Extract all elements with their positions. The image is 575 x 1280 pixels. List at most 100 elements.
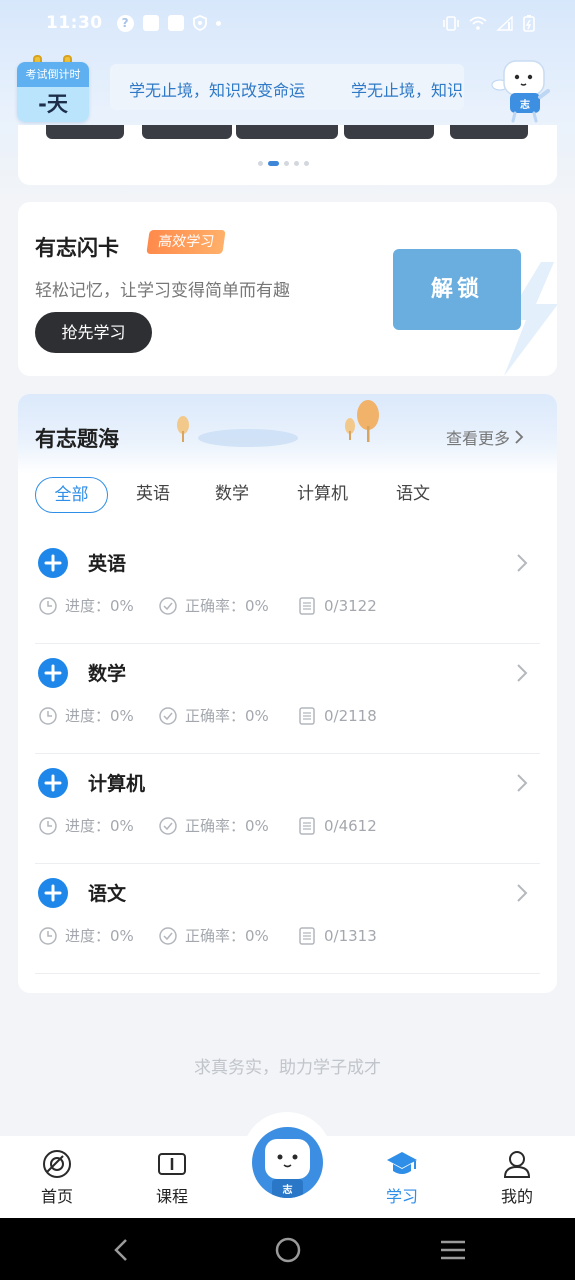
check-circle-icon bbox=[159, 596, 177, 615]
banner-carousel[interactable] bbox=[18, 125, 557, 185]
accuracy-value: 正确率：0% bbox=[185, 927, 269, 945]
banner-thumbnail[interactable] bbox=[450, 125, 528, 139]
view-more-link[interactable]: 查看更多 bbox=[446, 425, 524, 449]
chevron-right-icon bbox=[517, 664, 528, 682]
chevron-right-icon bbox=[517, 774, 528, 792]
dot-icon bbox=[215, 20, 221, 26]
wifi-icon bbox=[469, 16, 487, 30]
subject-name: 数学 bbox=[88, 663, 127, 685]
progress-value: 进度：0% bbox=[65, 927, 134, 945]
check-circle-icon bbox=[159, 706, 177, 725]
graduation-cap-icon bbox=[387, 1152, 417, 1174]
nav-label: 我的 bbox=[500, 1187, 533, 1206]
carousel-dot[interactable] bbox=[258, 161, 263, 166]
plus-circle-icon[interactable] bbox=[38, 768, 68, 798]
flashcard-title: 有志闪卡 bbox=[35, 236, 119, 260]
clock-icon bbox=[39, 706, 57, 725]
subject-item-english[interactable]: 英语 进度：0% 正确率：0% 0/3122 bbox=[35, 534, 540, 644]
help-circle-icon: ? bbox=[116, 14, 134, 32]
banner-thumbnail[interactable] bbox=[236, 125, 338, 139]
count-stat: 0/4612 bbox=[297, 816, 377, 836]
banner-thumbnail[interactable] bbox=[46, 125, 124, 139]
status-bar: 11:30 ? bbox=[0, 0, 575, 46]
exam-countdown[interactable]: 考试倒计时 -天 bbox=[17, 55, 89, 123]
subject-tabs: 全部 英语 数学 计算机 语文 bbox=[35, 477, 430, 513]
question-count: 0/4612 bbox=[324, 816, 377, 835]
clock-icon bbox=[39, 596, 57, 615]
subject-stats: 进度：0% 正确率：0% 0/4612 bbox=[38, 815, 377, 836]
tab-chinese[interactable]: 语文 bbox=[396, 477, 430, 513]
list-icon bbox=[299, 706, 315, 725]
plus-circle-icon[interactable] bbox=[38, 548, 68, 578]
tab-all[interactable]: 全部 bbox=[35, 477, 108, 513]
subject-item-computer[interactable]: 计算机 进度：0% 正确率：0% 0/4612 bbox=[35, 754, 540, 864]
clock-icon bbox=[39, 926, 57, 945]
subject-item-chinese[interactable]: 语文 进度：0% 正确率：0% 0/1313 bbox=[35, 864, 540, 974]
marquee-text: 学无止境，知识改变命运 bbox=[351, 81, 464, 100]
accuracy-stat: 正确率：0% bbox=[158, 595, 297, 616]
nav-home[interactable]: 首页 bbox=[17, 1148, 97, 1207]
vibrate-icon bbox=[443, 15, 459, 31]
subject-name: 计算机 bbox=[88, 773, 146, 795]
message-icon bbox=[142, 15, 159, 31]
accuracy-value: 正确率：0% bbox=[185, 707, 269, 725]
nav-study[interactable]: 学习 bbox=[362, 1148, 442, 1207]
flashcard-description: 轻松记忆，让学习变得简单而有趣 bbox=[35, 281, 290, 301]
view-more-label: 查看更多 bbox=[446, 429, 511, 448]
marquee-text: 学无止境，知识改变命运 bbox=[129, 81, 306, 100]
tab-math[interactable]: 数学 bbox=[215, 477, 249, 513]
svg-text:志: 志 bbox=[283, 1183, 293, 1196]
status-right-icons bbox=[442, 14, 535, 32]
countdown-value: -天 bbox=[17, 87, 89, 122]
progress-value: 进度：0% bbox=[65, 817, 134, 835]
mascot-icon[interactable]: 志 bbox=[488, 55, 558, 123]
home-circle-icon[interactable] bbox=[274, 1236, 302, 1264]
subject-name: 语文 bbox=[88, 883, 127, 905]
chevron-right-icon bbox=[515, 430, 524, 444]
carousel-dot-active[interactable] bbox=[268, 161, 279, 166]
start-learning-button[interactable]: 抢先学习 bbox=[35, 312, 152, 353]
chevron-right-icon bbox=[517, 884, 528, 902]
subject-stats: 进度：0% 正确率：0% 0/3122 bbox=[38, 595, 377, 616]
subject-item-math[interactable]: 数学 进度：0% 正确率：0% 0/2118 bbox=[35, 644, 540, 754]
progress-stat: 进度：0% bbox=[38, 595, 158, 616]
carousel-indicator bbox=[258, 161, 309, 166]
battery-icon bbox=[523, 15, 535, 32]
subject-name: 英语 bbox=[88, 553, 127, 575]
carousel-dot[interactable] bbox=[294, 161, 299, 166]
count-stat: 0/1313 bbox=[297, 926, 377, 946]
menu-icon[interactable] bbox=[439, 1236, 467, 1264]
tab-english[interactable]: 英语 bbox=[136, 477, 170, 513]
tree-decoration bbox=[177, 416, 189, 442]
plus-circle-icon[interactable] bbox=[38, 658, 68, 688]
cloud-decoration bbox=[198, 429, 298, 447]
nav-profile[interactable]: 我的 bbox=[477, 1148, 557, 1207]
banner-thumbnail[interactable] bbox=[142, 125, 232, 139]
question-count: 0/3122 bbox=[324, 596, 377, 615]
unlock-button[interactable]: 解锁 bbox=[393, 249, 521, 330]
progress-stat: 进度：0% bbox=[38, 815, 158, 836]
banner-thumbnail[interactable] bbox=[344, 125, 434, 139]
nav-label: 学习 bbox=[385, 1187, 418, 1206]
list-icon bbox=[299, 816, 315, 835]
shield-icon bbox=[192, 15, 207, 31]
check-circle-icon bbox=[159, 816, 177, 835]
list-icon bbox=[299, 596, 315, 615]
accuracy-stat: 正确率：0% bbox=[158, 705, 297, 726]
user-icon bbox=[503, 1151, 531, 1178]
nav-mascot-button[interactable]: 志 bbox=[252, 1127, 323, 1198]
accuracy-stat: 正确率：0% bbox=[158, 925, 297, 946]
carousel-dot[interactable] bbox=[284, 161, 289, 166]
back-icon[interactable] bbox=[108, 1236, 136, 1264]
book-icon bbox=[158, 1153, 186, 1175]
tab-computer[interactable]: 计算机 bbox=[297, 477, 348, 513]
progress-stat: 进度：0% bbox=[38, 925, 158, 946]
check-circle-icon bbox=[159, 926, 177, 945]
subject-stats: 进度：0% 正确率：0% 0/1313 bbox=[38, 925, 377, 946]
carousel-dot[interactable] bbox=[304, 161, 309, 166]
progress-value: 进度：0% bbox=[65, 597, 134, 615]
announcement-marquee[interactable]: 学无止境，知识改变命运 学无止境，知识改变命运 bbox=[110, 64, 464, 110]
plus-circle-icon[interactable] bbox=[38, 878, 68, 908]
status-time: 11:30 bbox=[46, 13, 103, 33]
nav-courses[interactable]: 课程 bbox=[132, 1148, 212, 1207]
